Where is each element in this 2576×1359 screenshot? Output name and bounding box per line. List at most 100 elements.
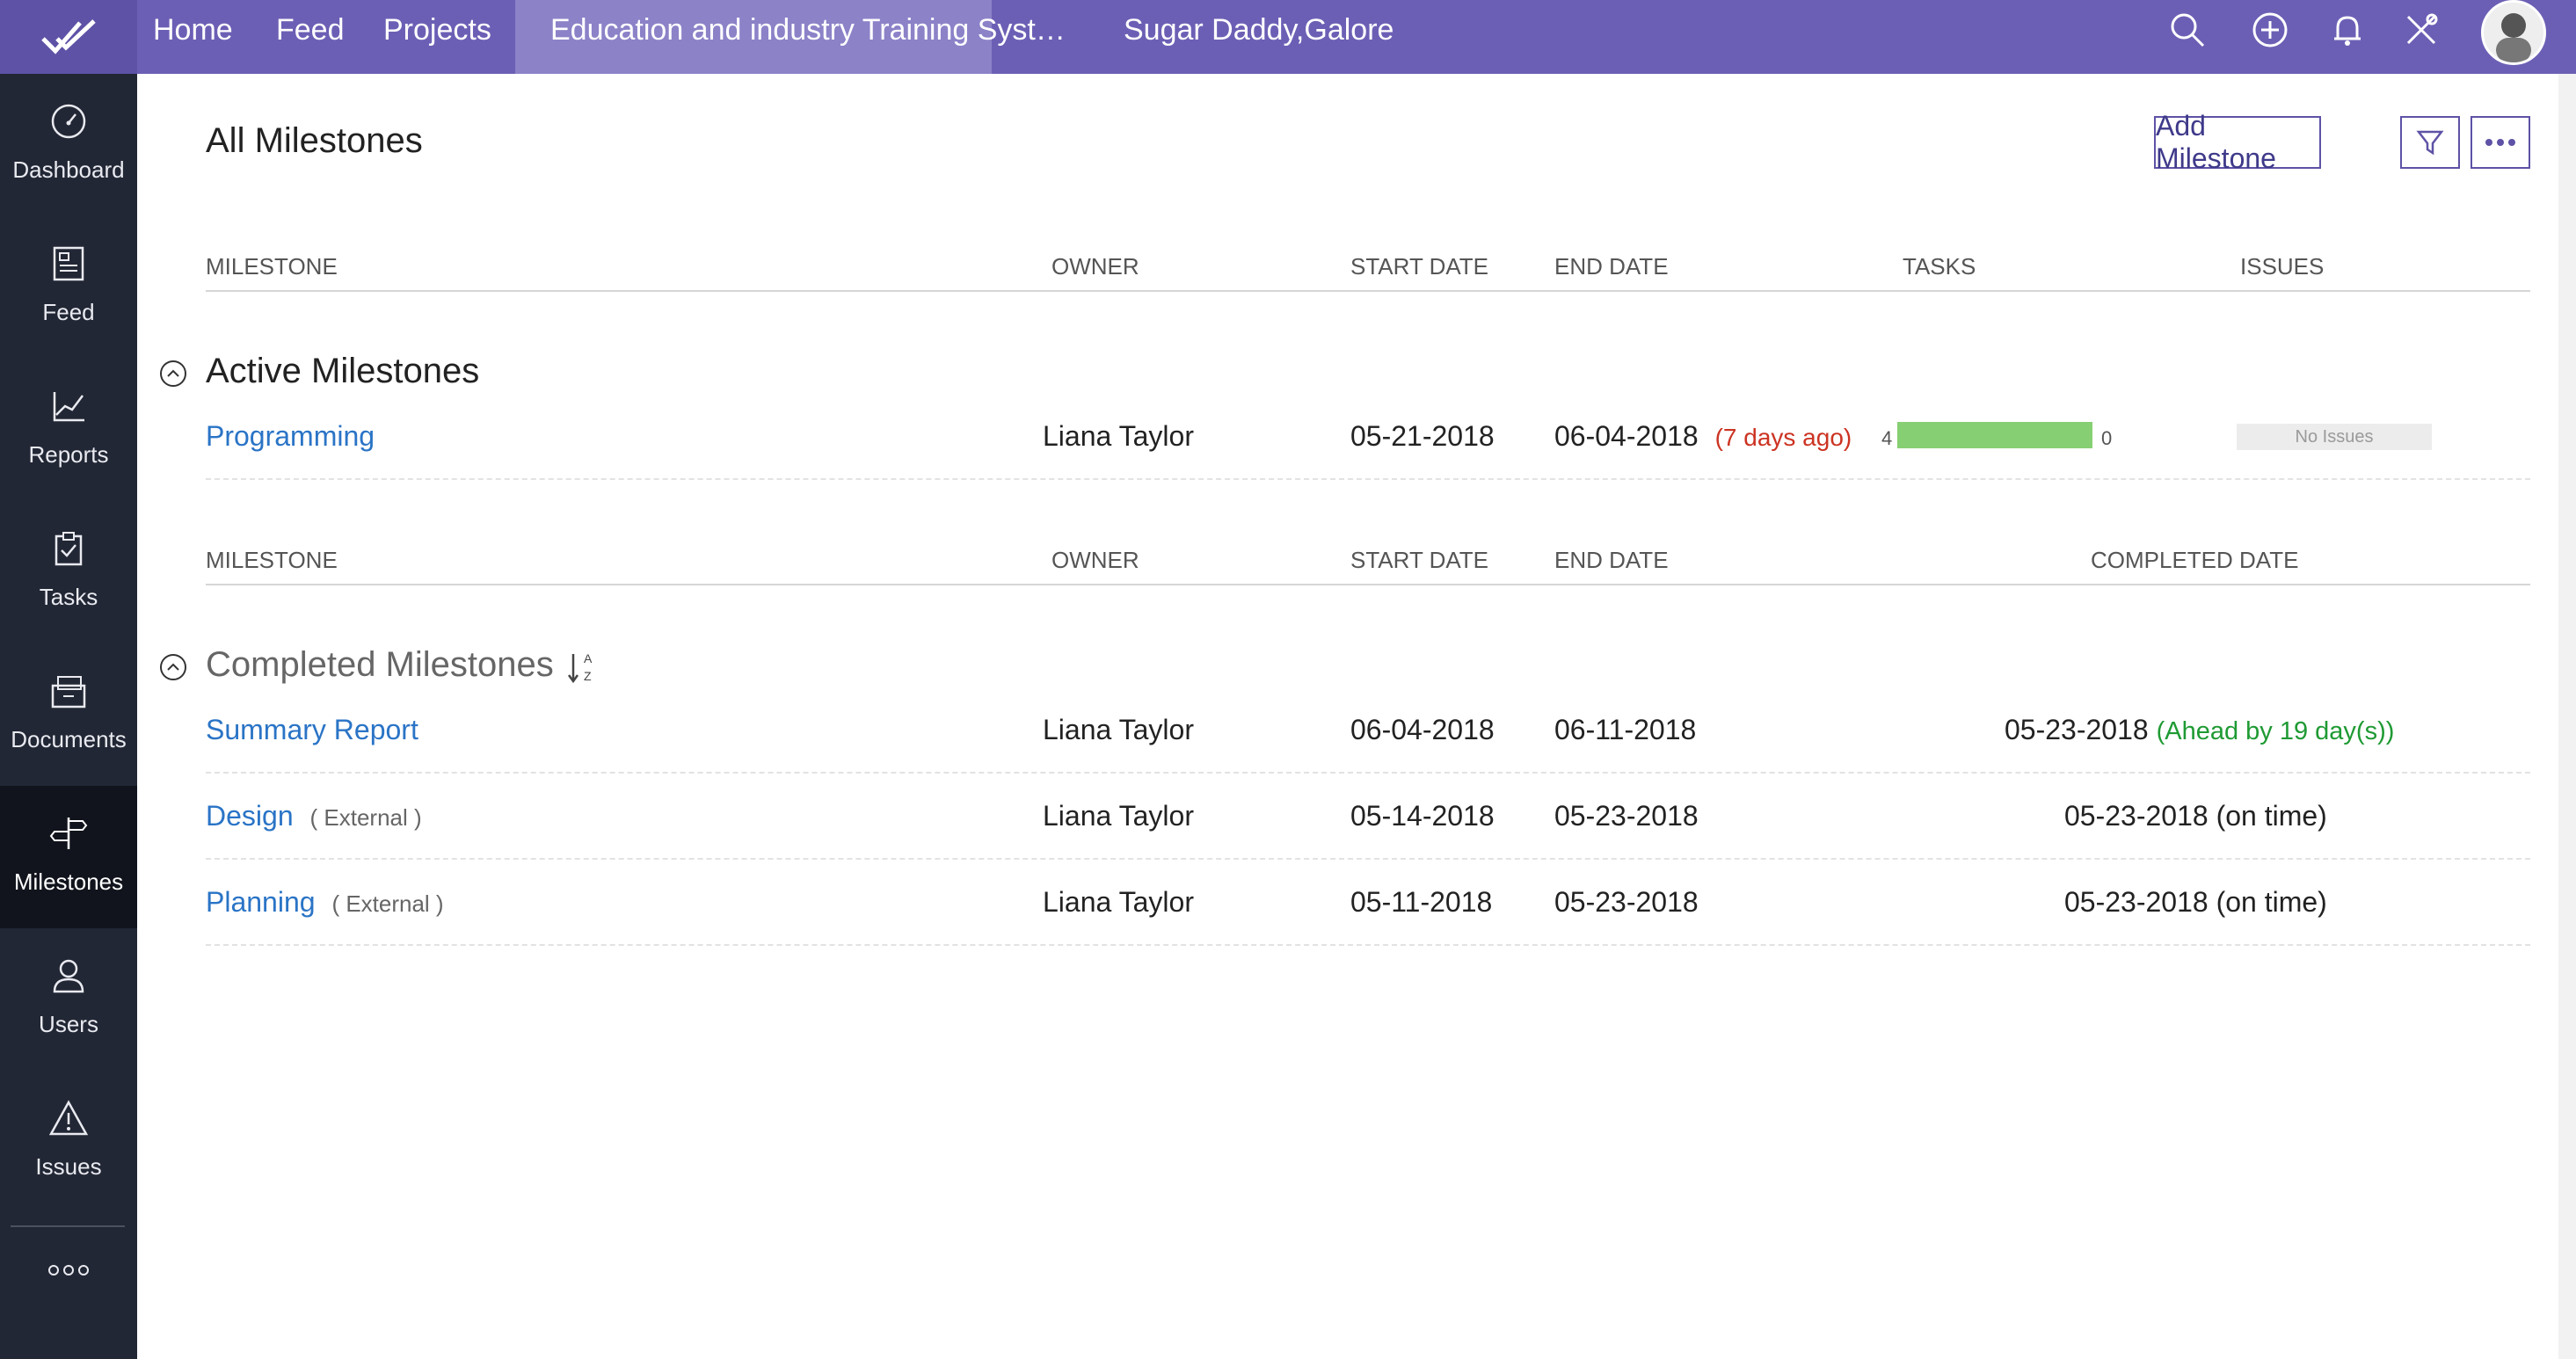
row-divider: [206, 858, 2530, 860]
row-divider: [206, 772, 2530, 774]
nav-feed[interactable]: Feed: [276, 0, 345, 74]
start-date-cell: 05-14-2018: [1350, 800, 1495, 832]
start-date-cell: 06-04-2018: [1350, 714, 1495, 745]
col-owner[interactable]: OWNER: [1052, 547, 1139, 574]
completed-note: (on time): [2216, 886, 2327, 918]
completed-date-cell: 05-23-2018 (Ahead by 19 day(s)): [2005, 714, 2394, 746]
sidebar-item-label: Reports: [28, 441, 109, 468]
active-milestones-title: Active Milestones: [206, 352, 480, 390]
external-tag: ( External ): [309, 804, 422, 831]
col-milestone[interactable]: MILESTONE: [206, 547, 338, 574]
sidebar-item-reports[interactable]: Reports: [0, 359, 137, 501]
right-edge-strip: [2558, 74, 2576, 1359]
col-end-date[interactable]: END DATE: [1554, 547, 1669, 574]
row-divider: [206, 944, 2530, 946]
col-end-date[interactable]: END DATE: [1554, 253, 1669, 280]
header-divider: [206, 584, 2530, 585]
sidebar: Dashboard Feed Reports Tasks Documents M…: [0, 74, 137, 1359]
completed-date-value: 05-23-2018: [2064, 886, 2209, 918]
ellipsis-icon: [2485, 139, 2515, 146]
svg-text:A: A: [584, 651, 593, 665]
milestone-name[interactable]: Planning: [206, 886, 316, 918]
col-issues[interactable]: ISSUES: [2240, 253, 2324, 280]
milestone-name[interactable]: Summary Report: [206, 714, 418, 745]
sidebar-item-dashboard[interactable]: Dashboard: [0, 74, 137, 216]
sidebar-item-label: Users: [39, 1011, 98, 1037]
sidebar-item-label: Documents: [11, 726, 127, 752]
nav-projects[interactable]: Projects: [383, 0, 491, 74]
completed-note: (on time): [2216, 800, 2327, 832]
reports-icon: [46, 383, 91, 429]
more-options-button[interactable]: [2470, 116, 2530, 169]
col-owner[interactable]: OWNER: [1052, 253, 1139, 280]
overdue-note: (7 days ago): [1714, 424, 1852, 451]
col-completed-date[interactable]: COMPLETED DATE: [2091, 547, 2298, 574]
collapse-completed-icon[interactable]: [160, 654, 186, 680]
svg-text:Z: Z: [584, 669, 592, 683]
end-date-value: 06-04-2018: [1554, 420, 1699, 452]
sidebar-item-label: Feed: [42, 299, 95, 325]
col-start-date[interactable]: START DATE: [1350, 547, 1488, 574]
row-divider: [206, 478, 2530, 480]
external-tag: ( External ): [331, 890, 444, 917]
nav-secondary-project[interactable]: Sugar Daddy,Galore: [1124, 0, 1394, 74]
tools-icon[interactable]: [2400, 9, 2442, 51]
completed-note: (Ahead by 19 day(s)): [2156, 717, 2395, 745]
col-milestone[interactable]: MILESTONE: [206, 253, 338, 280]
start-date-cell: 05-11-2018: [1350, 886, 1493, 918]
sidebar-item-users[interactable]: Users: [0, 928, 137, 1071]
completed-date-cell: 05-23-2018 (on time): [2064, 800, 2327, 832]
sidebar-item-feed[interactable]: Feed: [0, 216, 137, 359]
completed-date-value: 05-23-2018: [2005, 714, 2149, 745]
milestone-name[interactable]: Design: [206, 800, 294, 832]
users-icon: [46, 953, 91, 999]
issues-badge: No Issues: [2237, 424, 2432, 450]
col-tasks[interactable]: TASKS: [1903, 253, 1976, 280]
sidebar-item-issues[interactable]: Issues: [0, 1071, 137, 1213]
search-icon[interactable]: [2166, 9, 2209, 51]
tasks-progress-bar[interactable]: [1897, 422, 2092, 448]
filter-button[interactable]: [2400, 116, 2460, 169]
end-date-cell: 05-23-2018: [1554, 800, 1699, 832]
more-icon[interactable]: [39, 1257, 98, 1283]
owner-cell: Liana Taylor: [1043, 714, 1194, 745]
sidebar-item-milestones[interactable]: Milestones: [0, 786, 137, 928]
top-bar: Home Feed Projects Education and industr…: [0, 0, 2576, 74]
sidebar-item-documents[interactable]: Documents: [0, 643, 137, 786]
documents-icon: [46, 668, 91, 714]
sidebar-divider: [11, 1225, 125, 1227]
app-logo[interactable]: [0, 0, 137, 74]
filter-icon: [2416, 130, 2444, 156]
end-date-cell: 06-11-2018: [1554, 714, 1697, 745]
tasks-closed-count: 0: [2101, 427, 2113, 449]
add-milestone-button[interactable]: Add Milestone: [2154, 110, 2321, 174]
sidebar-item-tasks[interactable]: Tasks: [0, 501, 137, 643]
completed-milestones-title: Completed Milestones: [206, 645, 554, 684]
milestone-link[interactable]: Summary Report: [206, 714, 418, 746]
owner-cell: Liana Taylor: [1043, 800, 1194, 832]
issues-icon: [46, 1095, 91, 1141]
col-start-date[interactable]: START DATE: [1350, 253, 1488, 280]
user-avatar[interactable]: [2481, 0, 2546, 65]
header-divider: [206, 290, 2530, 292]
bell-icon[interactable]: [2326, 9, 2369, 51]
plus-circle-icon[interactable]: [2249, 9, 2291, 51]
milestone-link[interactable]: Design ( External ): [206, 800, 422, 832]
nav-active-project[interactable]: Education and industry Training Syst…: [515, 0, 1066, 74]
sidebar-item-label: Tasks: [39, 584, 98, 610]
feed-icon: [46, 241, 91, 287]
sidebar-item-label: Dashboard: [12, 156, 125, 183]
milestone-link[interactable]: Programming: [206, 420, 375, 453]
end-date-cell: 05-23-2018: [1554, 886, 1699, 918]
milestones-icon: [46, 810, 91, 856]
sidebar-item-label: Milestones: [13, 868, 124, 895]
main-content: All Milestones Add Milestone MILESTONE O…: [137, 74, 2558, 1359]
start-date-cell: 05-21-2018: [1350, 420, 1495, 452]
sidebar-item-label: Issues: [35, 1153, 102, 1180]
nav-home[interactable]: Home: [153, 0, 233, 74]
sort-az-icon[interactable]: A Z: [566, 649, 600, 686]
milestone-link[interactable]: Planning ( External ): [206, 886, 444, 919]
owner-cell: Liana Taylor: [1043, 420, 1194, 452]
double-check-logo-icon: [41, 19, 96, 55]
collapse-active-icon[interactable]: [160, 360, 186, 387]
